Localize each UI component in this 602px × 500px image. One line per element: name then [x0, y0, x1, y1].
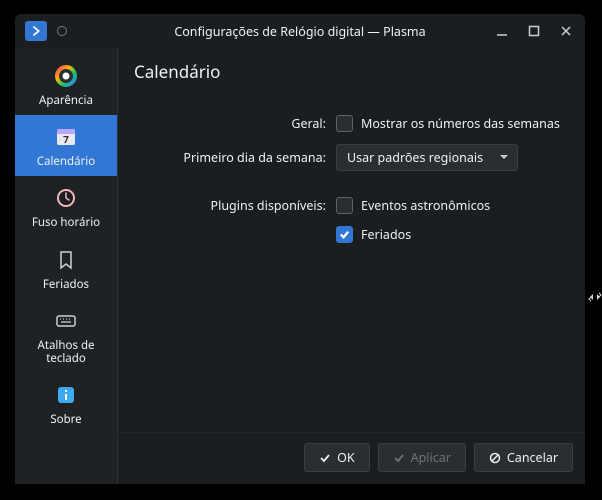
combo-first-dow[interactable]: Usar padrões regionais — [336, 144, 518, 171]
keyboard-icon — [52, 307, 80, 335]
sidebar-item-holidays[interactable]: Feriados — [15, 238, 117, 299]
chevron-right-icon — [29, 24, 43, 38]
sidebar-item-shortcuts[interactable]: Atalhos de teclado — [15, 299, 117, 373]
titlebar: Configurações de Relógio digital — Plasm… — [15, 14, 585, 48]
palette-icon — [52, 62, 80, 90]
label-plugins: Plugins disponíveis: — [118, 197, 326, 214]
sidebar-item-label: Fuso horário — [32, 216, 100, 229]
check-icon — [319, 452, 331, 464]
apply-button[interactable]: Aplicar — [378, 443, 466, 472]
form-area: Geral: Mostrar os números das semanas Pr… — [118, 93, 585, 432]
main-panel: Calendário Geral: Mostrar os números das… — [118, 48, 585, 484]
sidebar-item-timezone[interactable]: Fuso horário — [15, 176, 117, 237]
check-icon — [393, 452, 405, 464]
row-first-dow: Primeiro dia da semana: Usar padrões reg… — [118, 140, 585, 175]
check-icon — [339, 229, 350, 240]
chevron-down-icon — [499, 149, 509, 166]
checkbox-plugin-holidays[interactable] — [336, 226, 353, 243]
page-title: Calendário — [118, 48, 585, 93]
ok-button[interactable]: OK — [304, 443, 370, 472]
maximize-icon — [527, 24, 541, 38]
titlebar-right — [493, 22, 575, 40]
label-plugin-holidays[interactable]: Feriados — [361, 226, 411, 243]
combo-value: Usar padrões regionais — [347, 149, 483, 166]
label-general: Geral: — [118, 115, 326, 132]
sidebar-item-label: Atalhos de teclado — [21, 339, 111, 365]
sidebar-item-about[interactable]: Sobre — [15, 373, 117, 434]
bookmark-icon — [52, 246, 80, 274]
cancel-icon — [489, 452, 501, 464]
maximize-button[interactable] — [525, 22, 543, 40]
svg-text:7: 7 — [63, 132, 69, 146]
minimize-button[interactable] — [493, 22, 511, 40]
window-body: Aparência 7 Calendário — [15, 48, 585, 484]
titlebar-left — [25, 21, 67, 41]
keep-above-button[interactable] — [25, 21, 47, 41]
button-label: OK — [337, 449, 355, 466]
sidebar-item-appearance[interactable]: Aparência — [15, 54, 117, 115]
close-button[interactable] — [557, 22, 575, 40]
sidebar-item-label: Aparência — [39, 94, 93, 107]
label-first-dow: Primeiro dia da semana: — [118, 149, 326, 166]
spacer — [118, 179, 585, 193]
sidebar-item-calendar[interactable]: 7 Calendário — [15, 115, 117, 176]
row-plugin-holidays: Feriados — [118, 222, 585, 247]
clock-icon — [52, 184, 80, 212]
label-show-weeknums[interactable]: Mostrar os números das semanas — [361, 115, 560, 132]
settings-window: Configurações de Relógio digital — Plasm… — [15, 14, 585, 484]
info-icon — [52, 381, 80, 409]
sidebar: Aparência 7 Calendário — [15, 48, 118, 484]
close-icon — [559, 24, 573, 38]
calendar-icon: 7 — [52, 123, 80, 151]
sidebar-item-label: Feriados — [43, 278, 89, 291]
resize-handle-icon — [588, 290, 602, 304]
row-plugins: Plugins disponíveis: Eventos astronômico… — [118, 193, 585, 218]
checkbox-show-weeknums[interactable] — [336, 115, 353, 132]
button-label: Aplicar — [411, 449, 451, 466]
checkbox-plugin-astro[interactable] — [336, 197, 353, 214]
row-general: Geral: Mostrar os números das semanas — [118, 111, 585, 136]
sidebar-item-label: Sobre — [50, 413, 81, 426]
sidebar-item-label: Calendário — [37, 155, 95, 168]
minimize-icon — [495, 24, 509, 38]
dialog-footer: OK Aplicar Cancelar — [118, 432, 585, 484]
label-plugin-astro[interactable]: Eventos astronômicos — [361, 197, 490, 214]
cancel-button[interactable]: Cancelar — [474, 443, 573, 472]
button-label: Cancelar — [507, 449, 558, 466]
window-shade-icon[interactable] — [57, 26, 67, 36]
